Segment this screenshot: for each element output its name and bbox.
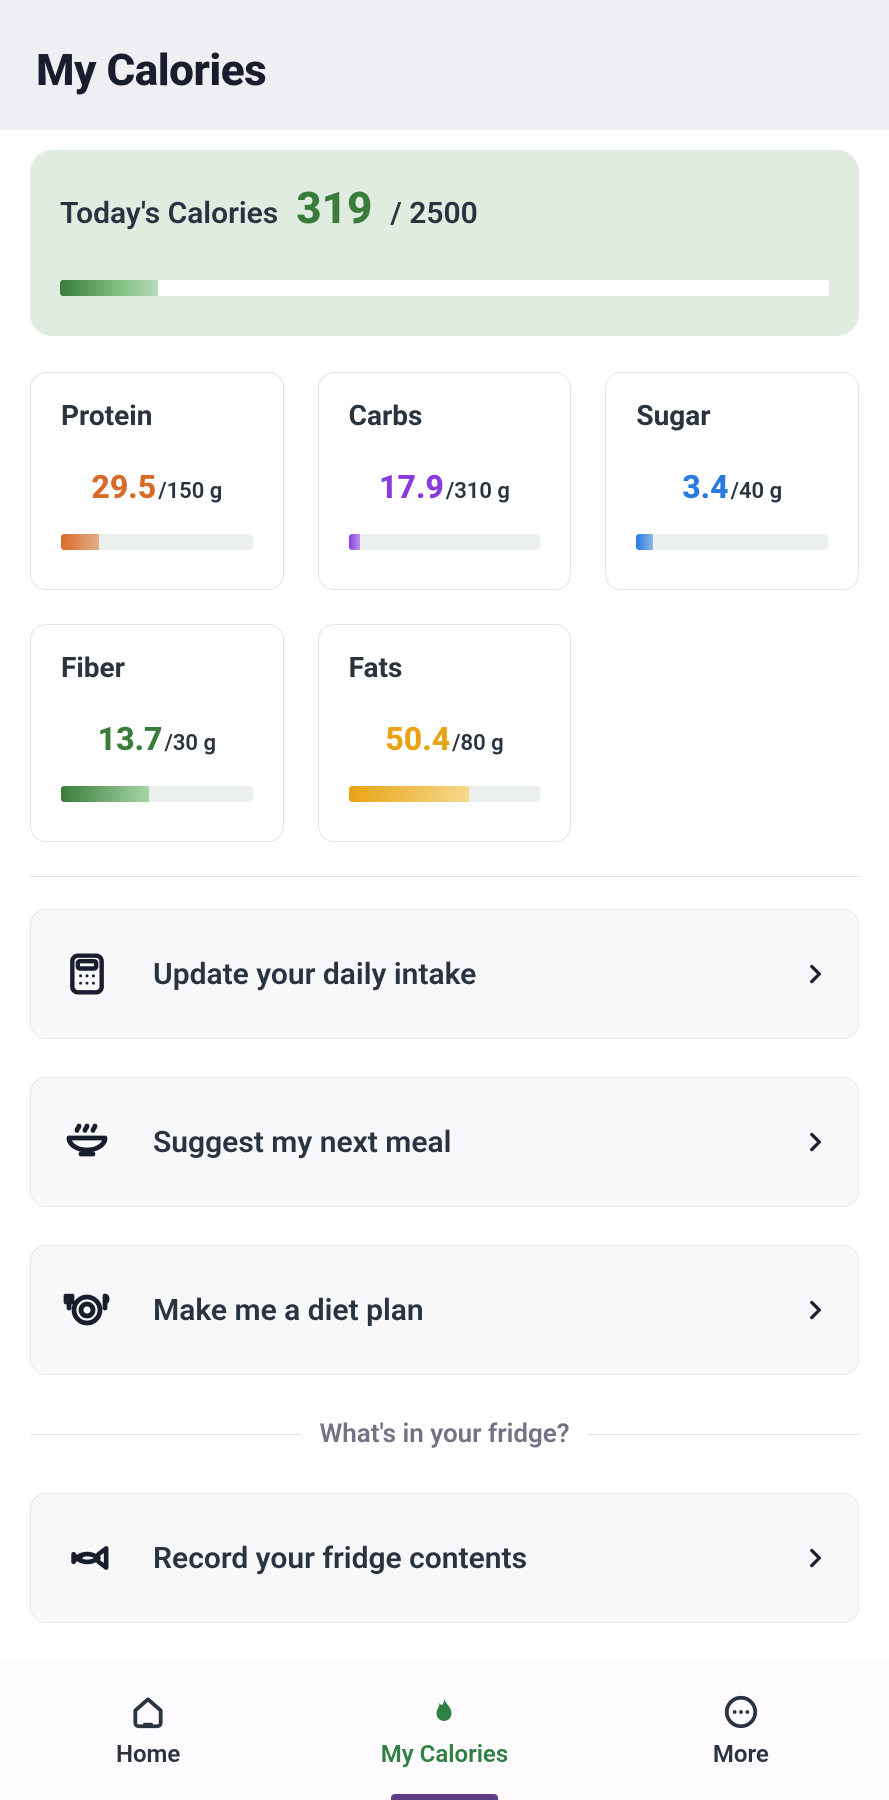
nutrient-current: 13.7: [98, 720, 163, 758]
flame-icon: [424, 1692, 464, 1732]
fridge-actions-list: Record your fridge contents: [30, 1493, 859, 1623]
tab-label: More: [713, 1740, 769, 1768]
content: Today's Calories 319 / 2500 Protein29.5/…: [0, 130, 889, 1743]
tab-label: My Calories: [381, 1740, 508, 1768]
nutrient-name: Protein: [61, 399, 253, 432]
suggest-meal-action[interactable]: Suggest my next meal: [30, 1077, 859, 1207]
nutrient-values: 3.4/40 g: [636, 468, 828, 506]
chevron-right-icon: [802, 1129, 828, 1155]
dots-icon: [721, 1692, 761, 1732]
nutrient-values: 50.4/80 g: [349, 720, 541, 758]
nutrient-card-sugar: Sugar 3.4/40 g: [605, 372, 859, 590]
nutrient-bar: [349, 534, 541, 550]
nutrient-current: 17.9: [379, 468, 444, 506]
nutrient-values: 13.7/30 g: [61, 720, 253, 758]
action-label: Suggest my next meal: [153, 1125, 762, 1160]
diet-plan-action[interactable]: Make me a diet plan: [30, 1245, 859, 1375]
nutrient-target: /150 g: [158, 479, 222, 504]
nutrient-bar: [349, 786, 541, 802]
action-label: Make me a diet plan: [153, 1293, 762, 1328]
nutrient-card-carbs: Carbs 17.9/310 g: [318, 372, 572, 590]
home-icon: [128, 1692, 168, 1732]
calories-label: Today's Calories: [60, 196, 278, 231]
today-calories-card: Today's Calories 319 / 2500: [30, 150, 859, 336]
page-title: My Calories: [36, 44, 853, 96]
nutrient-current: 50.4: [385, 720, 450, 758]
nutrient-current: 3.4: [682, 468, 728, 506]
nutrient-current: 29.5: [91, 468, 156, 506]
tab-bar: Home My Calories More: [0, 1660, 889, 1800]
nutrient-card-protein: Protein 29.5/150 g: [30, 372, 284, 590]
calculator-icon: [61, 948, 113, 1000]
nutrient-bar: [636, 534, 828, 550]
nutrient-target: /80 g: [452, 731, 504, 756]
fridge-separator: What's in your fridge?: [30, 1419, 859, 1449]
calories-target: / 2500: [390, 196, 477, 231]
plate-icon: [61, 1284, 113, 1336]
update-intake-action[interactable]: Update your daily intake: [30, 909, 859, 1039]
nutrient-target: /310 g: [446, 479, 510, 504]
chevron-right-icon: [802, 1297, 828, 1323]
nutrient-values: 29.5/150 g: [61, 468, 253, 506]
nutrient-bar: [61, 786, 253, 802]
fish-icon: [61, 1532, 113, 1584]
nutrient-target: /40 g: [731, 479, 783, 504]
record-fridge-action[interactable]: Record your fridge contents: [30, 1493, 859, 1623]
header: My Calories: [0, 0, 889, 130]
tab-more[interactable]: More: [593, 1660, 889, 1800]
nutrient-name: Carbs: [349, 399, 541, 432]
chevron-right-icon: [802, 961, 828, 987]
chevron-right-icon: [802, 1545, 828, 1571]
tab-my-calories[interactable]: My Calories: [296, 1660, 592, 1800]
action-label: Record your fridge contents: [153, 1541, 762, 1576]
divider: [30, 876, 859, 877]
nutrient-name: Sugar: [636, 399, 828, 432]
calories-progress-bar: [60, 280, 829, 296]
nutrient-values: 17.9/310 g: [349, 468, 541, 506]
nutrient-name: Fats: [349, 651, 541, 684]
nutrient-card-fiber: Fiber 13.7/30 g: [30, 624, 284, 842]
action-label: Update your daily intake: [153, 957, 762, 992]
bowl-icon: [61, 1116, 113, 1168]
nutrient-target: /30 g: [165, 731, 217, 756]
calories-current: 319: [296, 182, 372, 234]
nutrient-bar: [61, 534, 253, 550]
nutrients-grid: Protein 29.5/150 g Carbs 17.9/310 g Sugar 3.4…: [30, 372, 859, 842]
nutrient-card-fats: Fats 50.4/80 g: [318, 624, 572, 842]
actions-list: Update your daily intake Suggest my next …: [30, 909, 859, 1375]
nutrient-name: Fiber: [61, 651, 253, 684]
tab-label: Home: [116, 1740, 180, 1768]
tab-home[interactable]: Home: [0, 1660, 296, 1800]
fridge-separator-text: What's in your fridge?: [319, 1419, 569, 1449]
